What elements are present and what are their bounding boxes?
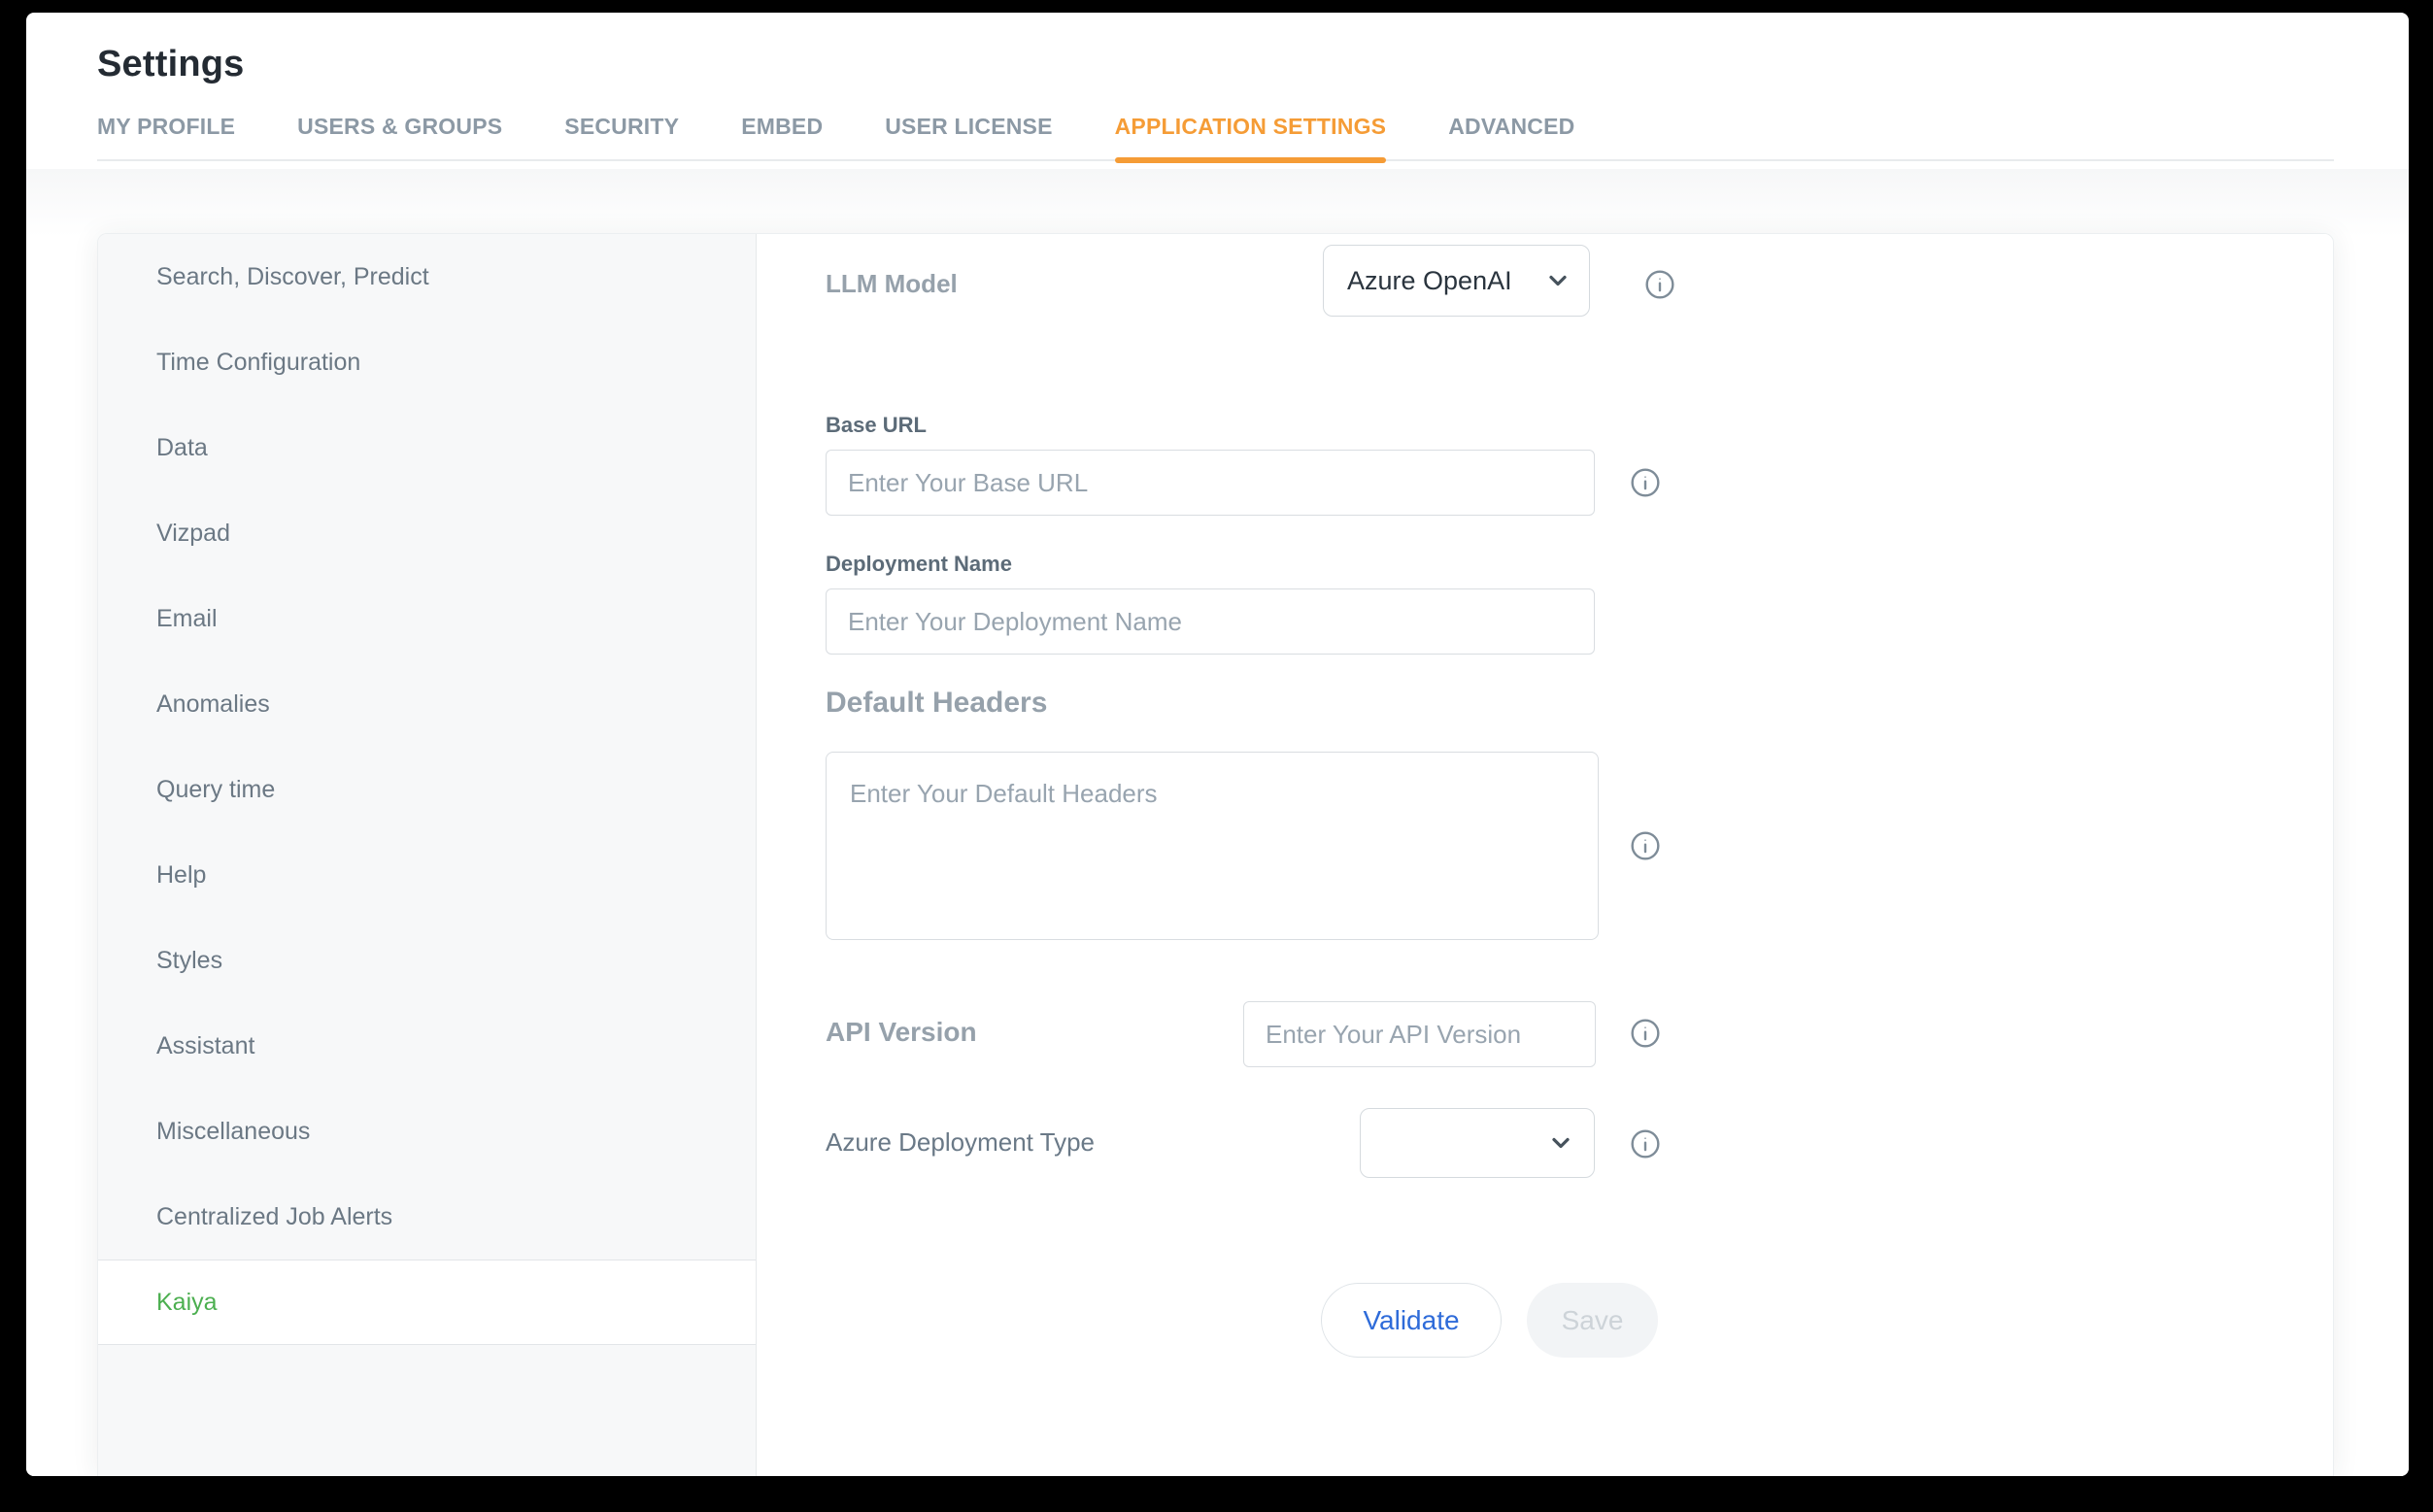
deployment-name-input[interactable] [826,588,1595,655]
sidebar-item-email[interactable]: Email [98,576,756,661]
tab-application-settings[interactable]: APPLICATION SETTINGS [1115,114,1387,140]
default-headers-label: Default Headers [826,687,1047,720]
sidebar-item-assistant[interactable]: Assistant [98,1003,756,1089]
default-headers-textarea[interactable] [826,752,1599,940]
sidebar-item-styles[interactable]: Styles [98,918,756,1003]
settings-window: Settings MY PROFILE USERS & GROUPS SECUR… [26,13,2409,1476]
info-icon[interactable] [1644,269,1675,300]
sidebar-item-time-configuration[interactable]: Time Configuration [98,319,756,405]
sidebar-item-data[interactable]: Data [98,405,756,490]
validate-button[interactable]: Validate [1321,1283,1502,1358]
save-button[interactable]: Save [1527,1283,1658,1358]
sidebar-item-query-time[interactable]: Query time [98,747,756,832]
tab-user-license[interactable]: USER LICENSE [885,114,1052,140]
base-url-label: Base URL [826,413,927,438]
tab-security[interactable]: SECURITY [564,114,679,140]
info-icon[interactable] [1630,1018,1661,1049]
info-icon[interactable] [1630,1128,1661,1159]
sidebar-item-anomalies[interactable]: Anomalies [98,661,756,747]
tab-my-profile[interactable]: MY PROFILE [97,114,235,140]
sidebar-item-centralized-job-alerts[interactable]: Centralized Job Alerts [98,1174,756,1260]
kaiya-settings-form: LLM Model Azure OpenAI Base URL Deployme… [757,234,2333,1476]
content-area: Search, Discover, Predict Time Configura… [26,169,2409,1476]
llm-model-label: LLM Model [826,269,958,299]
llm-model-select[interactable]: Azure OpenAI [1323,245,1590,317]
tab-users-groups[interactable]: USERS & GROUPS [297,114,502,140]
llm-model-selected-value: Azure OpenAI [1347,266,1512,296]
base-url-input[interactable] [826,450,1595,516]
tab-advanced[interactable]: ADVANCED [1448,114,1574,140]
settings-sidebar: Search, Discover, Predict Time Configura… [98,234,757,1476]
info-icon[interactable] [1630,830,1661,861]
info-icon[interactable] [1630,467,1661,498]
azure-deployment-type-label: Azure Deployment Type [826,1127,1095,1158]
page-title: Settings [97,44,245,85]
chevron-down-icon [1544,267,1571,294]
sidebar-item-help[interactable]: Help [98,832,756,918]
settings-tab-bar: MY PROFILE USERS & GROUPS SECURITY EMBED… [97,114,2334,161]
chevron-down-icon [1547,1129,1574,1157]
sidebar-item-kaiya[interactable]: Kaiya [98,1260,756,1345]
azure-deployment-type-select[interactable] [1360,1108,1595,1178]
api-version-label: API Version [826,1017,977,1048]
sidebar-item-miscellaneous[interactable]: Miscellaneous [98,1089,756,1174]
tab-embed[interactable]: EMBED [741,114,823,140]
application-settings-card: Search, Discover, Predict Time Configura… [97,233,2334,1476]
sidebar-item-search-discover-predict[interactable]: Search, Discover, Predict [98,234,756,319]
deployment-name-label: Deployment Name [826,552,1012,577]
api-version-input[interactable] [1243,1001,1596,1067]
sidebar-item-vizpad[interactable]: Vizpad [98,490,756,576]
